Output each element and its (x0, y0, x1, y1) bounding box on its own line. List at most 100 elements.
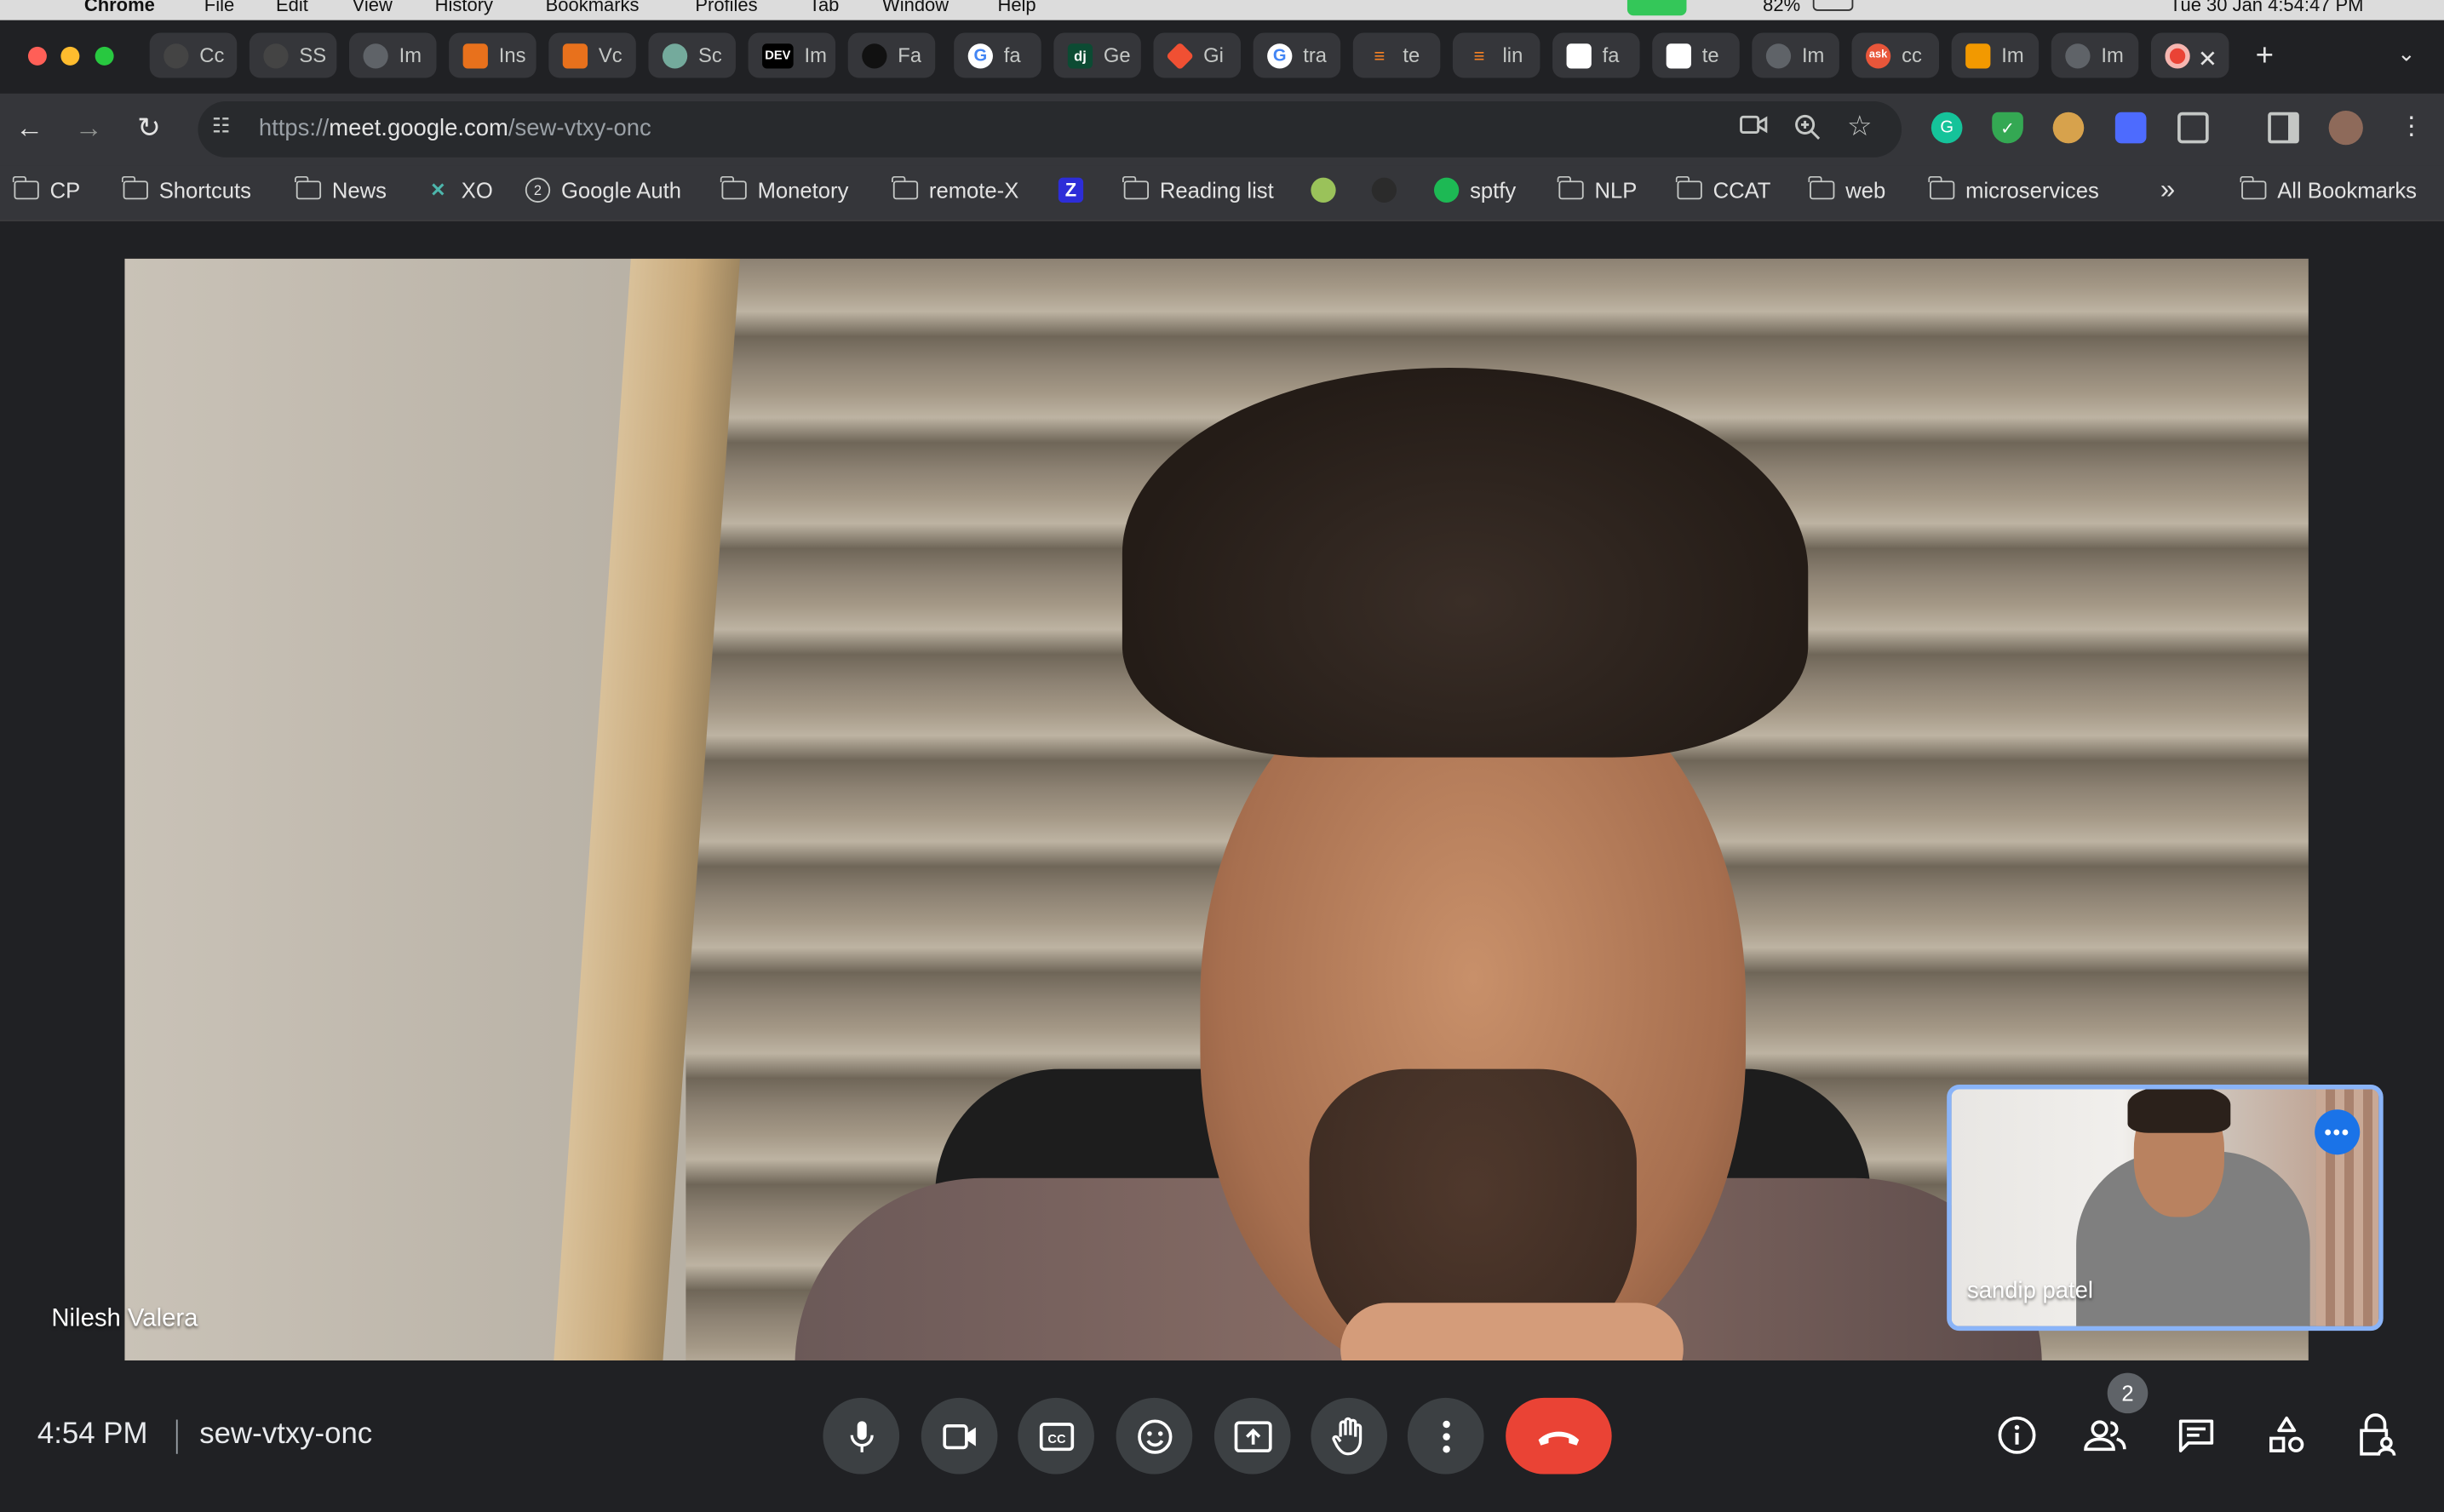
camera-icon[interactable] (1740, 114, 1768, 144)
chrome-menu-icon[interactable]: ⋮ (2399, 112, 2424, 144)
bookmark-z[interactable]: Z (1058, 177, 1094, 203)
browser-tab[interactable]: ≡ te (1352, 32, 1441, 78)
extensions-puzzle-icon[interactable] (2177, 112, 2209, 144)
browser-tab[interactable]: Gtra (1253, 32, 1341, 78)
menu-app-name[interactable]: Chrome (84, 0, 155, 15)
bookmark-sptfy[interactable]: sptfy (1433, 177, 1516, 203)
browser-tab[interactable]: Sc (648, 32, 736, 78)
leave-call-button[interactable] (1506, 1397, 1612, 1475)
browser-tab[interactable]: Gfa (954, 32, 1041, 78)
side-panel-icon[interactable] (2268, 112, 2299, 144)
activities-button[interactable] (2263, 1412, 2310, 1458)
bookmark-news[interactable]: News (295, 175, 387, 203)
browser-tab[interactable]: Gi (1153, 32, 1241, 78)
site-settings-icon[interactable]: ☷ (212, 114, 230, 139)
present-screen-button[interactable] (1213, 1397, 1291, 1475)
browser-tab[interactable]: DEV Im (748, 32, 836, 78)
menu-clock[interactable]: Tue 30 Jan 4:54:47 PM (2170, 0, 2364, 15)
meeting-code: sew-vtxy-onc (199, 1418, 373, 1452)
dev-icon: DEV (762, 43, 794, 68)
battery-icon[interactable] (1812, 0, 1854, 11)
bookmark-remote-x[interactable]: remote-X (892, 175, 1018, 203)
menu-window[interactable]: Window (882, 0, 949, 15)
microphone-button[interactable] (823, 1397, 900, 1475)
menu-help[interactable]: Help (997, 0, 1036, 15)
browser-tab[interactable]: dj Ge (1053, 32, 1141, 78)
host-controls-button[interactable] (2354, 1412, 2401, 1458)
browser-tab[interactable]: Im (349, 32, 437, 78)
cookie-icon[interactable] (2052, 112, 2085, 144)
bookmark-reading-list[interactable]: Reading list (1122, 175, 1274, 203)
bookmarks-overflow-icon[interactable]: » (2160, 175, 2175, 206)
browser-tab[interactable]: fa (1552, 32, 1640, 78)
bookmark-google-auth[interactable]: 2 Google Auth (525, 177, 681, 203)
bookmark-xo[interactable]: ✕ XO (426, 178, 493, 203)
bookmark-web[interactable]: web (1808, 175, 1885, 203)
url-text[interactable]: https://meet.google.com/sew-vtxy-onc (259, 115, 651, 141)
cube-icon (1566, 43, 1592, 68)
browser-tab[interactable]: Cc (149, 32, 238, 78)
window-zoom-icon[interactable] (95, 46, 114, 66)
browser-tab[interactable]: SS (249, 32, 337, 78)
meeting-details-button[interactable] (1994, 1412, 2040, 1458)
browser-tab[interactable]: Im (1951, 32, 2040, 78)
more-options-icon[interactable]: ••• (2315, 1109, 2361, 1155)
browser-tab[interactable]: Im (1752, 32, 1839, 78)
bookmark-nlp[interactable]: NLP (1558, 175, 1637, 203)
bookmark-all-bookmarks[interactable]: All Bookmarks (2240, 175, 2417, 203)
people-button[interactable] (2082, 1412, 2129, 1458)
new-tab-icon[interactable]: + (2256, 41, 2274, 72)
camera-button[interactable] (921, 1397, 998, 1475)
menu-profiles[interactable]: Profiles (695, 0, 757, 15)
bookmark-monetory[interactable]: Monetory (720, 175, 848, 203)
menu-view[interactable]: View (353, 0, 393, 15)
microphone-icon (849, 1420, 873, 1452)
browser-tab[interactable]: Vc (548, 32, 636, 78)
menu-edit[interactable]: Edit (276, 0, 308, 15)
window-close-icon[interactable] (27, 46, 47, 66)
browser-tab[interactable]: Ins (449, 32, 536, 78)
zoom-icon[interactable] (1794, 114, 1821, 148)
more-actions-button[interactable] (1407, 1397, 1484, 1475)
browser-tab[interactable]: Im (2051, 32, 2139, 78)
bookmark-android[interactable] (1311, 177, 1346, 203)
back-icon[interactable]: ← (15, 112, 43, 144)
meeting-time: 4:54 PM (37, 1418, 148, 1452)
close-tab-icon[interactable]: ✕ (2198, 45, 2217, 73)
cube-extension-icon[interactable] (2114, 112, 2147, 144)
browser-tab[interactable]: ≡ lin (1452, 32, 1540, 78)
reactions-button[interactable] (1116, 1397, 1193, 1475)
menu-file[interactable]: File (204, 0, 234, 15)
bookmark-shortcuts[interactable]: Shortcuts (122, 175, 251, 203)
profile-avatar[interactable] (2328, 110, 2363, 146)
folder-icon (1808, 175, 1835, 200)
raise-hand-button[interactable] (1311, 1397, 1388, 1475)
shield-icon[interactable]: ✓ (1992, 112, 2023, 144)
folder-icon (122, 175, 148, 200)
bookmark-cp[interactable]: CP (13, 175, 80, 203)
folder-icon (720, 175, 747, 200)
folder-icon (1558, 175, 1584, 200)
captions-button[interactable]: CC (1018, 1397, 1094, 1475)
toolbar-divider (0, 220, 2444, 221)
github-icon (1371, 177, 1397, 203)
menu-tab[interactable]: Tab (809, 0, 839, 15)
bookmark-ccat[interactable]: CCAT (1676, 175, 1770, 203)
chevron-down-icon[interactable]: ⌄ (2397, 41, 2415, 67)
self-participant-name: sandip patel (1966, 1277, 2094, 1305)
meet-status-icon[interactable] (1626, 0, 1687, 16)
menu-bookmarks[interactable]: Bookmarks (546, 0, 640, 15)
bookmark-microservices[interactable]: microservices (1928, 175, 2099, 203)
window-minimize-icon[interactable] (60, 46, 80, 66)
menu-history[interactable]: History (435, 0, 493, 15)
grammarly-icon[interactable]: G (1931, 112, 1963, 144)
browser-tab[interactable]: Fa (847, 32, 936, 78)
bookmark-github[interactable] (1371, 177, 1408, 203)
browser-tab[interactable]: te (1652, 32, 1740, 78)
bookmark-star-icon[interactable]: ☆ (1847, 111, 1873, 143)
forward-icon[interactable]: → (75, 112, 103, 144)
browser-tab[interactable]: ask cc (1851, 32, 1940, 78)
main-participant-name: Nilesh Valera (51, 1305, 198, 1332)
reload-icon[interactable]: ↻ (137, 112, 161, 144)
chat-button[interactable] (2173, 1412, 2220, 1458)
